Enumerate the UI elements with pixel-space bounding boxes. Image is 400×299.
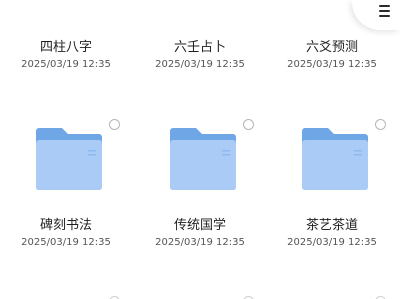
folder-date: 2025/03/19 12:35: [155, 237, 245, 248]
folder-icon: [170, 128, 236, 190]
folder-date: 2025/03/19 12:35: [155, 59, 245, 70]
file-manager-screen: 四柱八字 2025/03/19 12:35 六壬占卜 2025/03/19 12…: [0, 0, 400, 299]
folder-item[interactable]: 传统国学 2025/03/19 12:35: [134, 110, 266, 260]
folder-item[interactable]: 碑刻书法 2025/03/19 12:35: [0, 110, 132, 260]
folder-date: 2025/03/19 12:35: [21, 59, 111, 70]
folder-icon: [302, 128, 368, 190]
folder-date: 2025/03/19 12:35: [21, 237, 111, 248]
folder-date: 2025/03/19 12:35: [287, 237, 377, 248]
folder-item[interactable]: 茶艺茶道 2025/03/19 12:35: [266, 110, 398, 260]
folder-item[interactable]: 六壬占卜 2025/03/19 12:35: [134, 0, 266, 70]
folder-name: 六壬占卜: [173, 40, 226, 55]
folder-name: 四柱八字: [39, 40, 92, 55]
folder-name: 碑刻书法: [39, 218, 92, 233]
folder-item[interactable]: 四柱八字 2025/03/19 12:35: [0, 0, 132, 70]
folder-date: 2025/03/19 12:35: [287, 59, 377, 70]
select-radio[interactable]: [109, 119, 120, 130]
select-radio[interactable]: [243, 119, 254, 130]
folder-name: 茶艺茶道: [305, 218, 358, 233]
folder-name: 传统国学: [173, 218, 226, 233]
select-radio[interactable]: [375, 119, 386, 130]
folder-name: 六爻预测: [305, 40, 358, 55]
hamburger-menu-icon: [379, 5, 390, 17]
folder-icon: [36, 128, 102, 190]
